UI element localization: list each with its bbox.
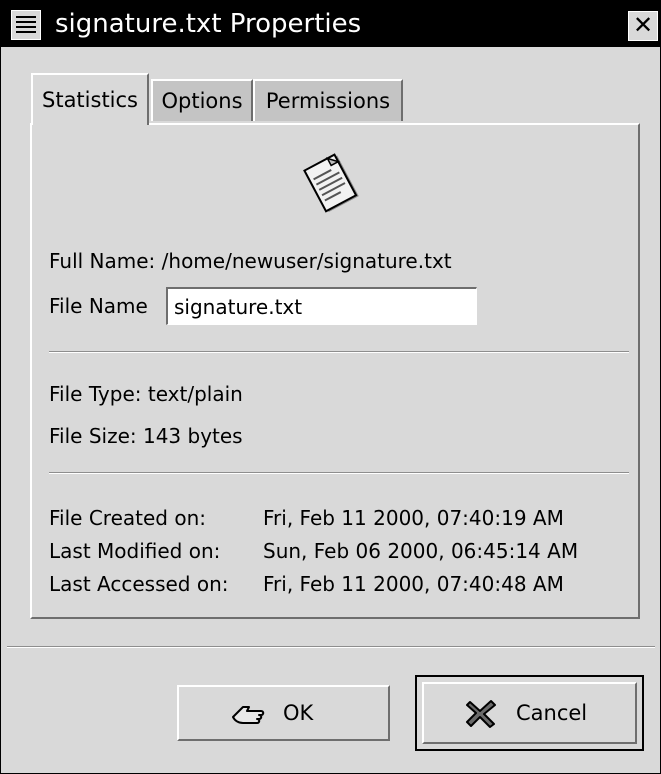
separator: [49, 351, 629, 353]
ok-hand-icon: [232, 706, 265, 724]
tab-statistics-label: Statistics: [42, 88, 138, 112]
full-name-text: Full Name: /home/newuser/signature.txt: [49, 249, 452, 273]
created-value: Fri, Feb 11 2000, 07:40:19 AM: [263, 506, 564, 530]
title-bar[interactable]: signature.txt Properties ✕: [1, 1, 660, 47]
tab-options-label: Options: [161, 89, 243, 113]
window-title: signature.txt Properties: [55, 9, 362, 39]
tab-permissions-label: Permissions: [265, 89, 391, 113]
accessed-value: Fri, Feb 11 2000, 07:40:48 AM: [263, 572, 564, 596]
ok-button[interactable]: OK: [177, 685, 390, 741]
text-document-icon: [303, 153, 359, 213]
created-label: File Created on:: [49, 506, 206, 530]
file-name-label: File Name: [49, 294, 148, 318]
tab-options[interactable]: Options: [151, 79, 253, 121]
file-name-input[interactable]: [166, 287, 477, 325]
modified-value: Sun, Feb 06 2000, 06:45:14 AM: [263, 539, 579, 563]
ok-label: OK: [283, 701, 314, 725]
properties-window: signature.txt Properties ✕ Options Permi…: [0, 0, 661, 774]
file-type-text: File Type: text/plain: [49, 382, 243, 406]
file-size-text: File Size: 143 bytes: [49, 424, 243, 448]
accessed-label: Last Accessed on:: [49, 572, 229, 596]
close-icon[interactable]: ✕: [628, 11, 658, 41]
cancel-label: Cancel: [516, 701, 588, 725]
cancel-button[interactable]: Cancel: [422, 682, 637, 744]
separator: [49, 472, 629, 474]
window-menu-icon[interactable]: [11, 10, 41, 40]
cancel-x-icon: [466, 700, 496, 728]
tab-statistics[interactable]: Statistics: [31, 73, 149, 125]
tab-permissions[interactable]: Permissions: [253, 79, 403, 121]
button-area-separator: [7, 646, 655, 648]
modified-label: Last Modified on:: [49, 539, 221, 563]
